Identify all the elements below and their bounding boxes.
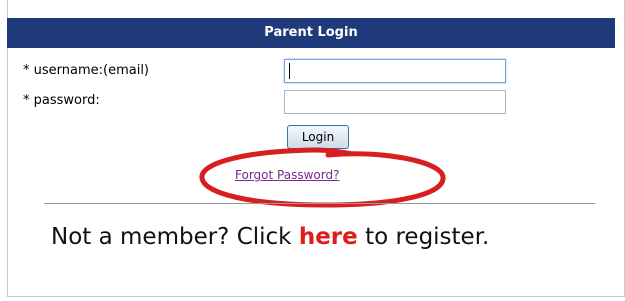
- password-label: * password:: [23, 93, 100, 108]
- text-cursor: [289, 63, 290, 79]
- register-prompt: Not a member? Click here to register.: [51, 224, 489, 250]
- divider: [44, 203, 595, 204]
- forgot-password-link[interactable]: Forgot Password?: [235, 168, 339, 182]
- login-button[interactable]: Login: [287, 125, 349, 149]
- register-here-link[interactable]: here: [299, 224, 358, 250]
- username-field[interactable]: [284, 59, 506, 83]
- password-field[interactable]: [284, 90, 506, 114]
- username-label: * username:(email): [23, 63, 150, 78]
- register-prefix: Not a member? Click: [51, 224, 292, 250]
- panel-header: Parent Login: [7, 18, 615, 48]
- register-suffix: to register.: [365, 224, 490, 250]
